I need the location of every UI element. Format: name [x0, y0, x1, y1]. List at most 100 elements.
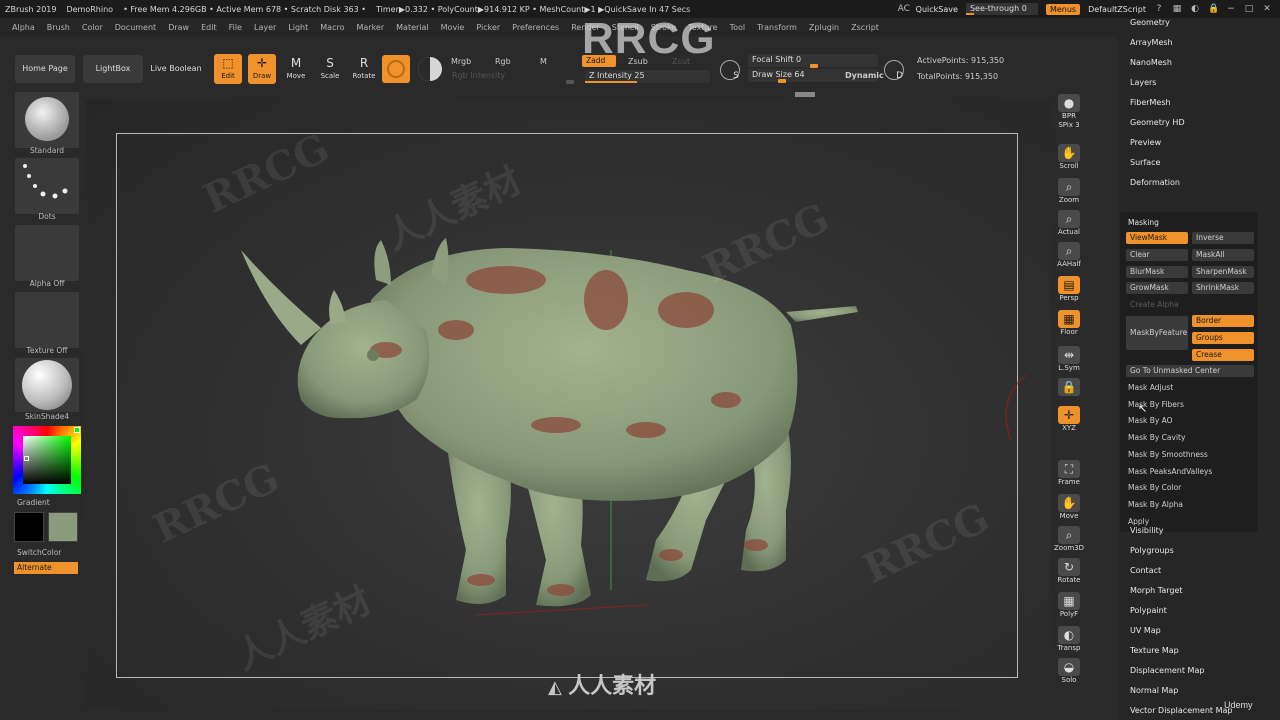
blurmask-button[interactable]: BlurMask — [1126, 266, 1188, 278]
mrgb-toggle[interactable]: Mrgb — [451, 57, 471, 66]
shelf-floor-button[interactable]: ▦ Floor — [1056, 310, 1082, 338]
shelf-move-button[interactable]: ✋ Move — [1056, 494, 1082, 522]
groups-toggle[interactable]: Groups — [1192, 332, 1254, 344]
draw-d-icon[interactable]: D — [884, 60, 904, 81]
menu-macro[interactable]: Macro — [320, 23, 344, 32]
menu-material[interactable]: Material — [396, 23, 429, 32]
palette-visibility[interactable]: Visibility — [1130, 526, 1164, 535]
rotate-button[interactable]: R Rotate — [350, 54, 378, 84]
see-through-slider[interactable]: See-through 0 — [965, 3, 1038, 15]
shelf-scroll-button[interactable]: ✋ Scroll — [1056, 144, 1082, 172]
palette-texture-map[interactable]: Texture Map — [1130, 646, 1179, 655]
shelf-bpr-button[interactable]: ● BPR SPix 3 — [1056, 94, 1082, 129]
menu-document[interactable]: Document — [115, 23, 156, 32]
shelf-zoom3d-button[interactable]: ⌕ Zoom3D — [1054, 526, 1084, 554]
layout-icon[interactable]: ▦ — [1172, 4, 1182, 14]
maximize-icon[interactable]: □ — [1244, 4, 1254, 14]
minimize-icon[interactable]: − — [1226, 4, 1236, 14]
palette-layers[interactable]: Layers — [1130, 78, 1156, 87]
menus-toggle[interactable]: Menus — [1045, 3, 1081, 15]
shrinkmask-button[interactable]: ShrinkMask — [1192, 282, 1254, 294]
shelf-xyz-button[interactable]: ✛ XYZ — [1056, 406, 1082, 434]
palette-preview[interactable]: Preview — [1130, 138, 1161, 147]
inverse-button[interactable]: Inverse — [1192, 232, 1254, 244]
contrast-icon[interactable]: ◐ — [1190, 4, 1200, 14]
palette-surface[interactable]: Surface — [1130, 158, 1160, 167]
shelf-solo-button[interactable]: ◒ Solo — [1056, 658, 1082, 686]
sharpenmask-button[interactable]: SharpenMask — [1192, 266, 1254, 278]
menu-color[interactable]: Color — [82, 23, 103, 32]
maskall-button[interactable]: MaskAll — [1192, 249, 1254, 261]
menu-preferences[interactable]: Preferences — [512, 23, 559, 32]
menu-brush[interactable]: Brush — [47, 23, 70, 32]
viewmask-toggle[interactable]: ViewMask — [1126, 232, 1188, 244]
focal-shift-slider[interactable]: Focal Shift 0 — [748, 54, 878, 68]
menu-marker[interactable]: Marker — [356, 23, 384, 32]
shelf-aahalf-button[interactable]: ⌕ AAHalf — [1056, 242, 1082, 270]
lock-icon[interactable]: 🔒 — [1208, 4, 1219, 14]
menu-picker[interactable]: Picker — [476, 23, 500, 32]
shelf-lsym-button[interactable]: ⇹ L.Sym — [1056, 346, 1082, 374]
palette-vector-displacement-map[interactable]: Vector Displacement Map — [1130, 706, 1232, 715]
stroke-thumbnail[interactable] — [15, 158, 79, 214]
dynamic-toggle[interactable]: Dynamic — [845, 71, 884, 80]
menu-zplugin[interactable]: Zplugin — [809, 23, 839, 32]
shelf-frame-button[interactable]: ⛶ Frame — [1056, 460, 1082, 488]
alpha-thumbnail[interactable] — [15, 225, 79, 281]
palette-uv-map[interactable]: UV Map — [1130, 626, 1161, 635]
mask-mask-peaksandvalleys[interactable]: Mask PeaksAndValleys — [1128, 467, 1212, 476]
primary-color-swatch[interactable] — [14, 512, 44, 542]
menu-tool[interactable]: Tool — [730, 23, 746, 32]
palette-polypaint[interactable]: Polypaint — [1130, 606, 1167, 615]
draw-button[interactable]: ✛ Draw — [248, 54, 276, 84]
lightbox-button[interactable]: LightBox — [83, 55, 143, 83]
menu-light[interactable]: Light — [288, 23, 308, 32]
z-intensity-slider[interactable]: Z Intensity 25 — [585, 70, 710, 83]
go-to-unmasked-center-button[interactable]: Go To Unmasked Center — [1126, 365, 1254, 377]
shelf-actual-button[interactable]: ⌕ Actual — [1056, 210, 1082, 238]
switch-color-button[interactable]: SwitchColor — [17, 548, 61, 557]
crease-toggle[interactable]: Crease — [1192, 349, 1254, 361]
rgb-toggle[interactable]: Rgb — [495, 57, 511, 66]
sculptris-s-icon[interactable]: S — [720, 60, 740, 81]
alternate-toggle[interactable]: Alternate — [14, 562, 78, 574]
home-page-button[interactable]: Home Page — [15, 55, 75, 83]
rgb-intensity-slider[interactable]: Rgb Intensity — [448, 70, 578, 84]
create-alpha-button[interactable]: Create Alpha — [1126, 299, 1254, 311]
maskbyfeature-button[interactable]: MaskByFeature — [1126, 316, 1188, 350]
ac-icon[interactable]: AC — [898, 4, 910, 14]
palette-arraymesh[interactable]: ArrayMesh — [1130, 38, 1173, 47]
material-button[interactable] — [382, 55, 410, 83]
menu-edit[interactable]: Edit — [201, 23, 217, 32]
growmask-button[interactable]: GrowMask — [1126, 282, 1188, 294]
rhino-model[interactable] — [86, 100, 1051, 710]
shelf-lock-button[interactable]: 🔒 — [1056, 378, 1082, 406]
saturation-square[interactable] — [23, 436, 71, 484]
palette-morph-target[interactable]: Morph Target — [1130, 586, 1183, 595]
menu-alpha[interactable]: Alpha — [12, 23, 35, 32]
scale-button[interactable]: S Scale — [316, 54, 344, 84]
masking-title[interactable]: Masking — [1128, 218, 1159, 227]
default-zscript[interactable]: DefaultZScript — [1088, 5, 1146, 14]
shelf-rotate-button[interactable]: ↻ Rotate — [1056, 558, 1082, 586]
move-button[interactable]: M Move — [282, 54, 310, 84]
mask-mask-by-cavity[interactable]: Mask By Cavity — [1128, 433, 1185, 442]
palette-polygroups[interactable]: Polygroups — [1130, 546, 1174, 555]
menu-layer[interactable]: Layer — [254, 23, 276, 32]
palette-fibermesh[interactable]: FiberMesh — [1130, 98, 1171, 107]
live-boolean-button[interactable]: Live Boolean — [146, 55, 206, 83]
shelf-transp-button[interactable]: ◐ Transp — [1056, 626, 1082, 654]
palette-nanomesh[interactable]: NanoMesh — [1130, 58, 1172, 67]
mask-mask-by-smoothness[interactable]: Mask By Smoothness — [1128, 450, 1208, 459]
brush-thumbnail[interactable] — [15, 92, 79, 148]
material-thumbnail[interactable] — [15, 358, 79, 412]
secondary-color-swatch[interactable] — [48, 512, 78, 542]
menu-file[interactable]: File — [229, 23, 242, 32]
m-toggle[interactable]: M — [540, 57, 547, 66]
mask-mask-by-ao[interactable]: Mask By AO — [1128, 416, 1173, 425]
palette-geometry-hd[interactable]: Geometry HD — [1130, 118, 1185, 127]
spotlight-button[interactable] — [418, 57, 442, 81]
mask-mask-by-color[interactable]: Mask By Color — [1128, 483, 1181, 492]
color-picker[interactable] — [13, 426, 81, 494]
mask-mask-by-alpha[interactable]: Mask By Alpha — [1128, 500, 1183, 509]
